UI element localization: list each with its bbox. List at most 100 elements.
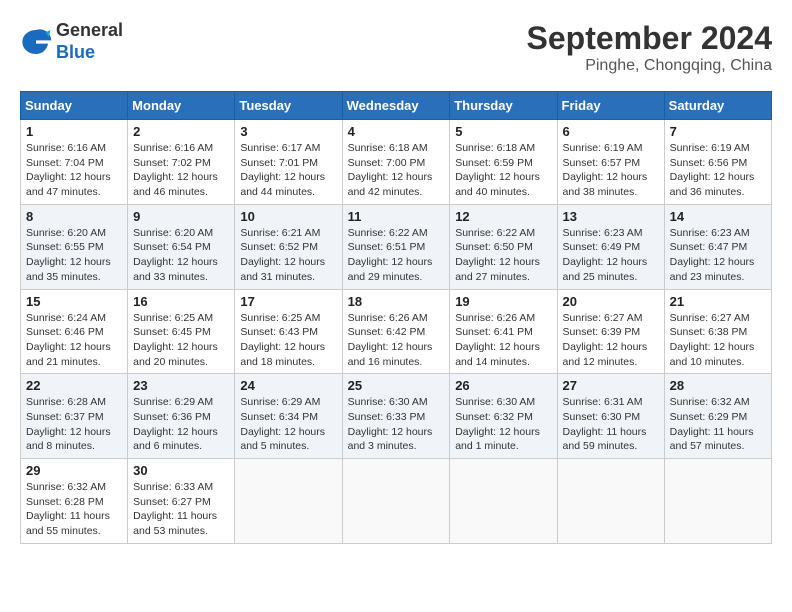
calendar-header-row: SundayMondayTuesdayWednesdayThursdayFrid… xyxy=(21,92,772,120)
day-info: Sunrise: 6:30 AM Sunset: 6:32 PM Dayligh… xyxy=(455,395,551,454)
logo-icon xyxy=(20,26,52,58)
day-info: Sunrise: 6:17 AM Sunset: 7:01 PM Dayligh… xyxy=(240,141,336,200)
calendar-day-cell: 6Sunrise: 6:19 AM Sunset: 6:57 PM Daylig… xyxy=(557,120,664,205)
logo-general: General xyxy=(56,20,123,40)
day-info: Sunrise: 6:32 AM Sunset: 6:29 PM Dayligh… xyxy=(670,395,766,454)
day-number: 7 xyxy=(670,124,766,139)
calendar-day-cell: 15 Sunrise: 6:24 AM Sunset: 6:46 PM Dayli… xyxy=(21,289,128,374)
day-number: 12 xyxy=(455,209,551,224)
day-info: Sunrise: 6:18 AM Sunset: 6:59 PM Dayligh… xyxy=(455,141,551,200)
day-number: 28 xyxy=(670,378,766,393)
calendar-day-cell xyxy=(450,459,557,544)
day-number: 13 xyxy=(563,209,659,224)
weekday-header: Saturday xyxy=(664,92,771,120)
calendar-day-cell: 20 Sunrise: 6:27 AM Sunset: 6:39 PM Dayli… xyxy=(557,289,664,374)
logo-blue: Blue xyxy=(56,42,95,62)
day-number: 15 xyxy=(26,294,122,309)
logo: General Blue xyxy=(20,20,123,63)
day-number: 27 xyxy=(563,378,659,393)
calendar-day-cell: 9 Sunrise: 6:20 AM Sunset: 6:54 PM Daylig… xyxy=(128,204,235,289)
calendar-day-cell: 3Sunrise: 6:17 AM Sunset: 7:01 PM Daylig… xyxy=(235,120,342,205)
day-number: 25 xyxy=(348,378,445,393)
day-info: Sunrise: 6:16 AM Sunset: 7:02 PM Dayligh… xyxy=(133,141,229,200)
calendar-day-cell: 8 Sunrise: 6:20 AM Sunset: 6:55 PM Daylig… xyxy=(21,204,128,289)
day-info: Sunrise: 6:16 AM Sunset: 7:04 PM Dayligh… xyxy=(26,141,122,200)
calendar-day-cell: 23 Sunrise: 6:29 AM Sunset: 6:36 PM Dayli… xyxy=(128,374,235,459)
day-number: 14 xyxy=(670,209,766,224)
calendar-day-cell: 19Sunrise: 6:26 AM Sunset: 6:41 PM Dayli… xyxy=(450,289,557,374)
day-number: 10 xyxy=(240,209,336,224)
day-info: Sunrise: 6:23 AM Sunset: 6:47 PM Dayligh… xyxy=(670,226,766,285)
calendar-day-cell: 27 Sunrise: 6:31 AM Sunset: 6:30 PM Dayli… xyxy=(557,374,664,459)
calendar-day-cell xyxy=(557,459,664,544)
day-info: Sunrise: 6:26 AM Sunset: 6:41 PM Dayligh… xyxy=(455,311,551,370)
calendar-day-cell: 4 Sunrise: 6:18 AM Sunset: 7:00 PM Daylig… xyxy=(342,120,450,205)
day-number: 26 xyxy=(455,378,551,393)
day-number: 24 xyxy=(240,378,336,393)
calendar-day-cell: 16Sunrise: 6:25 AM Sunset: 6:45 PM Dayli… xyxy=(128,289,235,374)
calendar-day-cell: 13Sunrise: 6:23 AM Sunset: 6:49 PM Dayli… xyxy=(557,204,664,289)
day-number: 23 xyxy=(133,378,229,393)
calendar-day-cell xyxy=(342,459,450,544)
weekday-header: Monday xyxy=(128,92,235,120)
day-number: 22 xyxy=(26,378,122,393)
calendar-week-row: 1 Sunrise: 6:16 AM Sunset: 7:04 PM Daylig… xyxy=(21,120,772,205)
day-number: 5 xyxy=(455,124,551,139)
calendar-table: SundayMondayTuesdayWednesdayThursdayFrid… xyxy=(20,91,772,544)
day-info: Sunrise: 6:18 AM Sunset: 7:00 PM Dayligh… xyxy=(348,141,445,200)
calendar-day-cell: 5 Sunrise: 6:18 AM Sunset: 6:59 PM Daylig… xyxy=(450,120,557,205)
day-info: Sunrise: 6:20 AM Sunset: 6:54 PM Dayligh… xyxy=(133,226,229,285)
calendar-day-cell: 14 Sunrise: 6:23 AM Sunset: 6:47 PM Dayli… xyxy=(664,204,771,289)
day-info: Sunrise: 6:28 AM Sunset: 6:37 PM Dayligh… xyxy=(26,395,122,454)
day-number: 30 xyxy=(133,463,229,478)
day-info: Sunrise: 6:29 AM Sunset: 6:36 PM Dayligh… xyxy=(133,395,229,454)
day-info: Sunrise: 6:19 AM Sunset: 6:56 PM Dayligh… xyxy=(670,141,766,200)
day-info: Sunrise: 6:24 AM Sunset: 6:46 PM Dayligh… xyxy=(26,311,122,370)
logo-text: General Blue xyxy=(56,20,123,63)
day-info: Sunrise: 6:29 AM Sunset: 6:34 PM Dayligh… xyxy=(240,395,336,454)
day-number: 2 xyxy=(133,124,229,139)
day-number: 1 xyxy=(26,124,122,139)
day-number: 18 xyxy=(348,294,445,309)
weekday-header: Friday xyxy=(557,92,664,120)
calendar-day-cell: 29Sunrise: 6:32 AM Sunset: 6:28 PM Dayli… xyxy=(21,459,128,544)
day-number: 9 xyxy=(133,209,229,224)
day-info: Sunrise: 6:31 AM Sunset: 6:30 PM Dayligh… xyxy=(563,395,659,454)
weekday-header: Thursday xyxy=(450,92,557,120)
calendar-day-cell: 22 Sunrise: 6:28 AM Sunset: 6:37 PM Dayli… xyxy=(21,374,128,459)
page-header: General Blue September 2024 Pinghe, Chon… xyxy=(20,20,772,75)
calendar-day-cell: 11 Sunrise: 6:22 AM Sunset: 6:51 PM Dayli… xyxy=(342,204,450,289)
day-number: 11 xyxy=(348,209,445,224)
month-year-title: September 2024 xyxy=(527,20,772,57)
calendar-day-cell: 7 Sunrise: 6:19 AM Sunset: 6:56 PM Daylig… xyxy=(664,120,771,205)
day-number: 20 xyxy=(563,294,659,309)
day-number: 21 xyxy=(670,294,766,309)
day-info: Sunrise: 6:27 AM Sunset: 6:39 PM Dayligh… xyxy=(563,311,659,370)
calendar-day-cell: 12Sunrise: 6:22 AM Sunset: 6:50 PM Dayli… xyxy=(450,204,557,289)
calendar-week-row: 15 Sunrise: 6:24 AM Sunset: 6:46 PM Dayli… xyxy=(21,289,772,374)
weekday-header: Sunday xyxy=(21,92,128,120)
day-info: Sunrise: 6:22 AM Sunset: 6:51 PM Dayligh… xyxy=(348,226,445,285)
calendar-day-cell: 25 Sunrise: 6:30 AM Sunset: 6:33 PM Dayli… xyxy=(342,374,450,459)
day-number: 8 xyxy=(26,209,122,224)
day-info: Sunrise: 6:30 AM Sunset: 6:33 PM Dayligh… xyxy=(348,395,445,454)
calendar-week-row: 29Sunrise: 6:32 AM Sunset: 6:28 PM Dayli… xyxy=(21,459,772,544)
calendar-day-cell: 30 Sunrise: 6:33 AM Sunset: 6:27 PM Dayli… xyxy=(128,459,235,544)
day-info: Sunrise: 6:19 AM Sunset: 6:57 PM Dayligh… xyxy=(563,141,659,200)
calendar-week-row: 22 Sunrise: 6:28 AM Sunset: 6:37 PM Dayli… xyxy=(21,374,772,459)
day-number: 17 xyxy=(240,294,336,309)
day-info: Sunrise: 6:33 AM Sunset: 6:27 PM Dayligh… xyxy=(133,480,229,539)
calendar-day-cell: 17Sunrise: 6:25 AM Sunset: 6:43 PM Dayli… xyxy=(235,289,342,374)
title-block: September 2024 Pinghe, Chongqing, China xyxy=(527,20,772,75)
calendar-day-cell: 21Sunrise: 6:27 AM Sunset: 6:38 PM Dayli… xyxy=(664,289,771,374)
calendar-day-cell xyxy=(664,459,771,544)
calendar-day-cell: 10 Sunrise: 6:21 AM Sunset: 6:52 PM Dayli… xyxy=(235,204,342,289)
calendar-day-cell xyxy=(235,459,342,544)
day-info: Sunrise: 6:32 AM Sunset: 6:28 PM Dayligh… xyxy=(26,480,122,539)
location-subtitle: Pinghe, Chongqing, China xyxy=(527,57,772,75)
day-info: Sunrise: 6:21 AM Sunset: 6:52 PM Dayligh… xyxy=(240,226,336,285)
day-info: Sunrise: 6:20 AM Sunset: 6:55 PM Dayligh… xyxy=(26,226,122,285)
calendar-day-cell: 18Sunrise: 6:26 AM Sunset: 6:42 PM Dayli… xyxy=(342,289,450,374)
day-number: 4 xyxy=(348,124,445,139)
calendar-body: 1 Sunrise: 6:16 AM Sunset: 7:04 PM Daylig… xyxy=(21,120,772,544)
